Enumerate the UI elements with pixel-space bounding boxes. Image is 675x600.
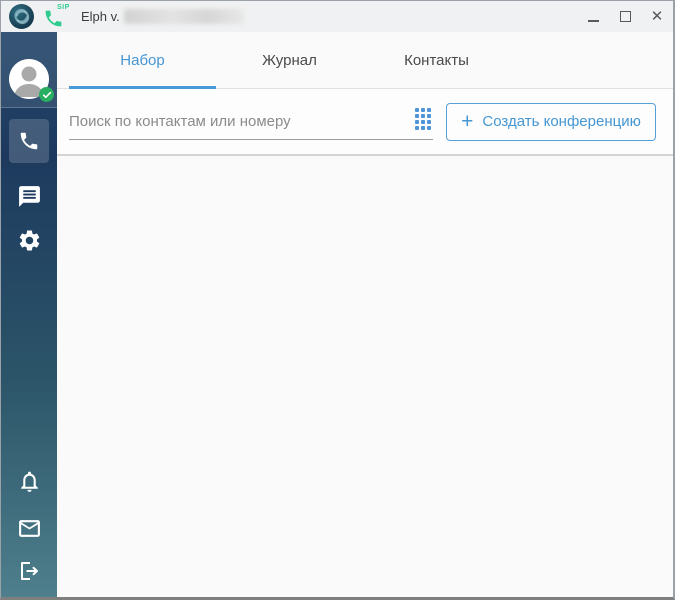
tab-contacts-label: Контакты	[404, 51, 469, 69]
close-icon: ✕	[650, 8, 664, 25]
main-area: Набор Журнал Контакты + Создать конферен…	[57, 32, 673, 597]
tab-dial-label: Набор	[120, 51, 165, 69]
maximize-button[interactable]	[609, 1, 641, 32]
sidebar-user-section	[1, 32, 57, 108]
search-field[interactable]	[69, 104, 433, 140]
minimize-button[interactable]	[577, 1, 609, 32]
tab-bar: Набор Журнал Контакты	[57, 32, 673, 89]
logout-icon	[21, 562, 38, 580]
sidebar	[1, 32, 57, 597]
sidebar-item-settings[interactable]	[1, 228, 57, 253]
sidebar-item-mail[interactable]	[1, 516, 57, 541]
tab-journal-label: Журнал	[262, 51, 317, 69]
window-controls: ✕	[577, 1, 673, 32]
create-conference-button[interactable]: + Создать конференцию	[446, 102, 656, 141]
phone-icon	[20, 132, 38, 150]
bell-icon	[20, 471, 38, 492]
sidebar-item-logout[interactable]	[1, 559, 57, 583]
mail-icon	[18, 520, 40, 537]
create-conference-label: Создать конференцию	[482, 113, 641, 130]
maximize-icon	[619, 11, 631, 22]
sip-badge-label: SIP	[57, 3, 70, 11]
toolbar: + Создать конференцию	[57, 89, 673, 156]
sip-phone-icon: SIP	[43, 3, 73, 29]
app-logo-icon	[9, 4, 34, 29]
tab-journal[interactable]: Журнал	[216, 32, 363, 88]
window-title: Elph v.	[81, 9, 120, 24]
sidebar-item-notifications[interactable]	[1, 469, 57, 494]
chat-icon	[18, 186, 40, 207]
sidebar-item-calls[interactable]	[9, 119, 49, 163]
plus-icon: +	[461, 110, 474, 133]
dialpad-icon[interactable]	[415, 108, 431, 130]
app-window: SIP Elph v. ✕ Набор Журнал Контакты Поис…	[0, 0, 675, 600]
app-version-redacted	[123, 9, 244, 24]
sidebar-item-chats[interactable]	[1, 184, 57, 209]
online-status-badge	[39, 87, 54, 102]
tab-contacts[interactable]: Контакты	[363, 32, 510, 88]
search-input[interactable]	[69, 112, 407, 130]
minimize-icon	[587, 19, 599, 22]
titlebar: SIP Elph v. ✕	[1, 1, 673, 32]
close-button[interactable]: ✕	[641, 1, 673, 32]
tab-dial[interactable]: Набор	[69, 32, 216, 89]
gear-icon	[19, 230, 39, 251]
dial-tab-content	[57, 156, 673, 597]
